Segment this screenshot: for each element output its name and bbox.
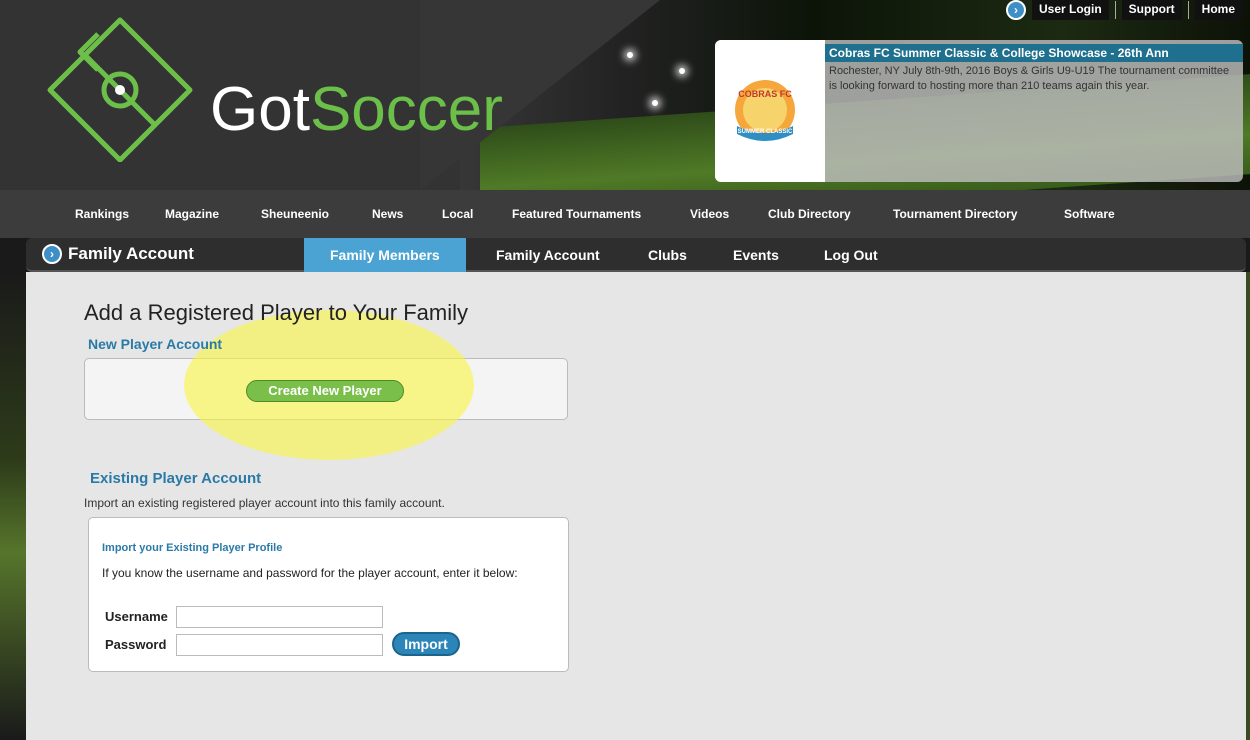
home-link[interactable]: Home	[1194, 0, 1242, 20]
support-link[interactable]: Support	[1121, 0, 1182, 20]
section-title-text: Family Account	[68, 244, 194, 263]
username-input[interactable]	[176, 606, 383, 628]
soccer-field-logo-icon	[47, 17, 193, 162]
nav-rankings[interactable]: Rankings	[75, 207, 129, 221]
stadium-light	[679, 68, 685, 74]
top-links: › User Login Support Home	[1005, 0, 1242, 20]
cobras-logo-icon: COBRAS FC SUMMER CLASSIC	[735, 80, 795, 141]
password-label: Password	[105, 637, 167, 652]
page-title: Add a Registered Player to Your Family	[84, 300, 468, 325]
nav-magazine[interactable]: Magazine	[165, 207, 219, 221]
import-description: If you know the username and password fo…	[102, 566, 518, 580]
main-nav: Rankings Magazine Sheuneenio News Local …	[0, 190, 1250, 238]
tab-family-account[interactable]: Family Account	[496, 238, 600, 272]
stadium-light	[627, 52, 633, 58]
gotsoccer-logo[interactable]: GotSoccer	[40, 12, 503, 162]
tab-log-out[interactable]: Log Out	[824, 238, 878, 272]
divider	[1114, 1, 1116, 19]
username-label: Username	[105, 609, 168, 624]
existing-player-heading: Existing Player Account	[90, 470, 262, 487]
page: GotSoccer › User Login Support Home COBR…	[0, 0, 1250, 740]
background-strip-right	[1246, 272, 1250, 740]
section-title: › Family Account	[42, 244, 194, 264]
promo-text: Rochester, NY July 8th-9th, 2016 Boys & …	[829, 65, 1230, 92]
nav-club-directory[interactable]: Club Directory	[768, 207, 851, 221]
logo-text-soccer: Soccer	[309, 75, 503, 144]
main-content: Add a Registered Player to Your Family N…	[26, 272, 1246, 740]
create-new-player-button[interactable]: Create New Player	[246, 380, 404, 402]
site-header: GotSoccer › User Login Support Home COBR…	[0, 0, 1250, 190]
background-strip-left	[0, 272, 26, 740]
cobras-logo-line1: COBRAS FC	[738, 89, 792, 99]
tab-clubs[interactable]: Clubs	[648, 238, 687, 272]
cobras-fc-logo: COBRAS FC SUMMER CLASSIC	[715, 40, 825, 182]
account-subnav: › Family Account Family Members Family A…	[26, 238, 1246, 272]
logo-wordmark: GotSoccer	[210, 74, 503, 145]
arrow-right-icon: ›	[42, 244, 62, 264]
existing-player-description: Import an existing registered player acc…	[84, 496, 445, 510]
arrow-right-icon: ›	[1005, 0, 1026, 20]
tab-family-members[interactable]: Family Members	[304, 238, 466, 272]
tournament-promo[interactable]: COBRAS FC SUMMER CLASSIC Cobras FC Summe…	[715, 40, 1243, 182]
cobras-logo-line2: SUMMER CLASSIC	[738, 129, 793, 135]
nav-sheuneenio[interactable]: Sheuneenio	[261, 207, 329, 221]
logo-text-got: Got	[210, 75, 310, 144]
nav-software[interactable]: Software	[1064, 207, 1115, 221]
divider	[1187, 1, 1189, 19]
nav-local[interactable]: Local	[442, 207, 473, 221]
nav-news[interactable]: News	[372, 207, 403, 221]
tab-events[interactable]: Events	[733, 238, 779, 272]
import-heading: Import your Existing Player Profile	[102, 542, 283, 554]
nav-featured-tournaments[interactable]: Featured Tournaments	[512, 207, 641, 221]
nav-videos[interactable]: Videos	[690, 207, 729, 221]
user-login-link[interactable]: User Login	[1031, 0, 1109, 20]
new-player-heading: New Player Account	[88, 336, 223, 352]
promo-title[interactable]: Cobras FC Summer Classic & College Showc…	[825, 44, 1243, 62]
password-input[interactable]	[176, 634, 383, 656]
import-button[interactable]: Import	[392, 632, 460, 656]
nav-tournament-directory[interactable]: Tournament Directory	[893, 207, 1017, 221]
stadium-light	[652, 100, 658, 106]
